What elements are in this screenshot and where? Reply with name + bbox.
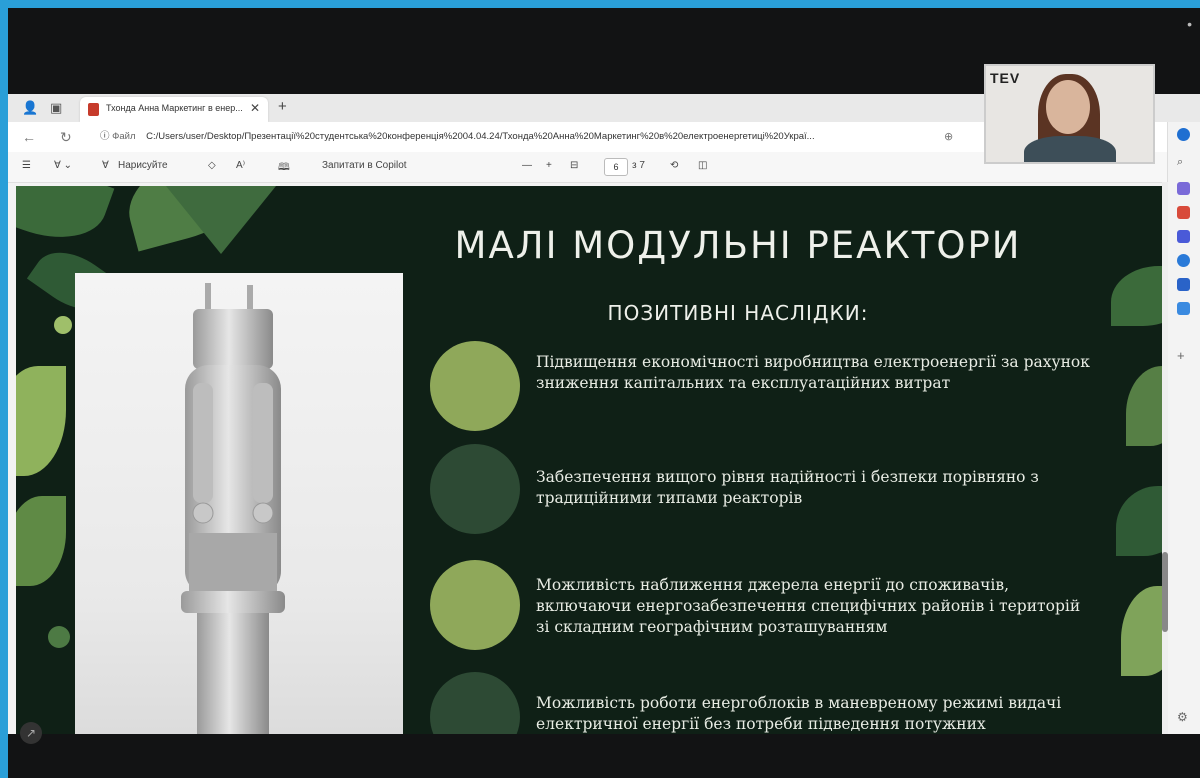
background-logo: TEV: [990, 70, 1021, 86]
meeting-bottom-bar: ↗: [8, 722, 1200, 778]
presentation-slide: МАЛІ МОДУЛЬНІ РЕАКТОРИ ПОЗИТИВНІ НАСЛІДК…: [16, 186, 1162, 734]
page-view-icon[interactable]: ◫: [698, 160, 707, 171]
leaf-decoration: [1126, 366, 1162, 446]
fit-page-icon[interactable]: ⊟: [570, 160, 578, 171]
new-tab-button[interactable]: +: [278, 98, 287, 115]
outlook-icon[interactable]: [1177, 254, 1190, 267]
url-field[interactable]: ⓘ Файл C:/Users/user/Desktop/Презентації…: [100, 128, 940, 146]
rotate-icon[interactable]: ⟲: [670, 160, 678, 171]
triangle-decoration: [166, 186, 276, 254]
collections-icon[interactable]: [1177, 182, 1190, 195]
url-text: C:/Users/user/Desktop/Презентації%20студ…: [146, 131, 815, 142]
zoom-icon[interactable]: ⊕: [944, 130, 953, 143]
info-icon: ⓘ: [100, 131, 113, 142]
scrollbar[interactable]: [1162, 182, 1168, 734]
office-icon[interactable]: [1177, 278, 1190, 291]
participant-body: [1024, 136, 1116, 162]
highlight-icon[interactable]: ∀ ⌄: [54, 160, 72, 171]
url-scheme-label: Файл: [112, 131, 136, 142]
participant-face: [1046, 80, 1090, 134]
browser-window: 👤 ▣ Тхонда Анна Маркетинг в енер... ✕ + …: [8, 94, 1200, 734]
bullet-circle: [430, 672, 520, 734]
back-icon[interactable]: ←: [22, 129, 36, 145]
reactor-illustration: [181, 283, 285, 734]
bullet-text: Підвищення економічності виробництва еле…: [536, 353, 1090, 392]
page-number-input[interactable]: 6: [604, 158, 628, 176]
leaf-decoration: [16, 186, 115, 255]
add-icon[interactable]: +: [1177, 348, 1190, 363]
immersive-reader-icon[interactable]: 🕮: [278, 160, 290, 177]
read-aloud-icon[interactable]: A⁾: [236, 160, 245, 171]
dot-decoration: [54, 316, 72, 334]
pdf-icon: [88, 103, 99, 116]
reactor-image: [75, 273, 403, 734]
pointer-icon[interactable]: ↗: [20, 722, 42, 744]
profile-icon[interactable]: 👤: [22, 100, 38, 116]
tab-pdf[interactable]: Тхонда Анна Маркетинг в енер... ✕: [80, 97, 268, 122]
bullet-circle: [430, 341, 520, 431]
draw-button[interactable]: Нарисуйте: [118, 160, 168, 171]
leaf-decoration: [16, 496, 66, 586]
leaf-decoration: [1111, 266, 1162, 326]
bullet-circle: [430, 444, 520, 534]
eraser-icon[interactable]: ◇: [208, 160, 216, 171]
more-options-icon[interactable]: •: [1187, 16, 1192, 32]
tab-title: Тхонда Анна Маркетинг в енер...: [106, 103, 243, 113]
teams-icon[interactable]: [1177, 230, 1190, 243]
draw-icon[interactable]: ∀: [102, 160, 109, 171]
close-icon[interactable]: ✕: [250, 101, 260, 115]
dot-decoration: [48, 626, 70, 648]
tab-actions-icon[interactable]: ▣: [50, 100, 62, 116]
zoom-out-icon[interactable]: —: [522, 160, 532, 171]
scrollbar-thumb[interactable]: [1162, 552, 1168, 632]
page-total: з 7: [632, 160, 645, 171]
ask-copilot-button[interactable]: Запитати в Copilot: [322, 160, 407, 171]
leaf-decoration: [1116, 486, 1162, 556]
copilot-icon[interactable]: [1177, 128, 1190, 141]
participant-video-tile[interactable]: TEV: [984, 64, 1155, 164]
leaf-decoration: [1121, 586, 1162, 676]
search-icon[interactable]: ⌕: [1177, 156, 1190, 169]
slide-subtitle: ПОЗИТИВНІ НАСЛІДКИ:: [607, 301, 869, 325]
leaf-decoration: [16, 366, 66, 476]
contents-icon[interactable]: ☰: [22, 160, 31, 171]
zoom-in-icon[interactable]: +: [546, 160, 552, 171]
edge-sidebar: ⌕ + ⚙: [1167, 122, 1200, 734]
bullet-text: Можливість наближення джерела енергії до…: [536, 576, 1081, 636]
word-icon[interactable]: [1177, 302, 1190, 315]
shopping-icon[interactable]: [1177, 206, 1190, 219]
refresh-icon[interactable]: ↻: [60, 129, 72, 146]
bullet-text: Забезпечення вищого рівня надійності і б…: [536, 468, 1039, 507]
settings-icon[interactable]: ⚙: [1177, 710, 1190, 724]
bullet-circle: [430, 560, 520, 650]
bullet-text: Можливість роботи енергоблоків в маневре…: [536, 694, 1062, 733]
slide-title: МАЛІ МОДУЛЬНІ РЕАКТОРИ: [454, 224, 1022, 267]
screen-share-frame: • 👤 ▣ Тхонда Анна Маркетинг в енер... ✕ …: [8, 8, 1200, 778]
